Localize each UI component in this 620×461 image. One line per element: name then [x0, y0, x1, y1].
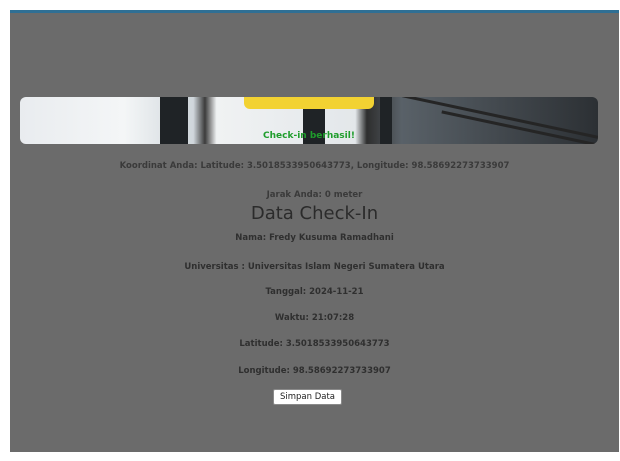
- field-longitude: Longitude: 98.58692273733907: [238, 366, 391, 376]
- checkin-success-message: Check-in berhasil!: [263, 131, 355, 141]
- field-universitas: Universitas : Universitas Islam Negeri S…: [184, 262, 445, 272]
- save-data-button[interactable]: Simpan Data: [273, 389, 342, 405]
- field-tanggal: Tanggal: 2024-11-21: [265, 287, 364, 297]
- camera-preview: Check-in berhasil!: [20, 97, 598, 144]
- field-nama: Nama: Fredy Kusuma Ramadhani: [235, 233, 394, 243]
- field-latitude: Latitude: 3.5018533950643773: [239, 339, 390, 349]
- checkin-page: Check-in berhasil! Koordinat Anda: Latit…: [10, 10, 619, 452]
- user-coordinates: Koordinat Anda: Latitude: 3.501853395064…: [119, 161, 510, 171]
- camera-scene-yellow-bar: [244, 97, 374, 109]
- user-distance: Jarak Anda: 0 meter: [266, 190, 363, 200]
- field-waktu: Waktu: 21:07:28: [274, 313, 355, 323]
- data-checkin-title: Data Check-In: [250, 203, 379, 224]
